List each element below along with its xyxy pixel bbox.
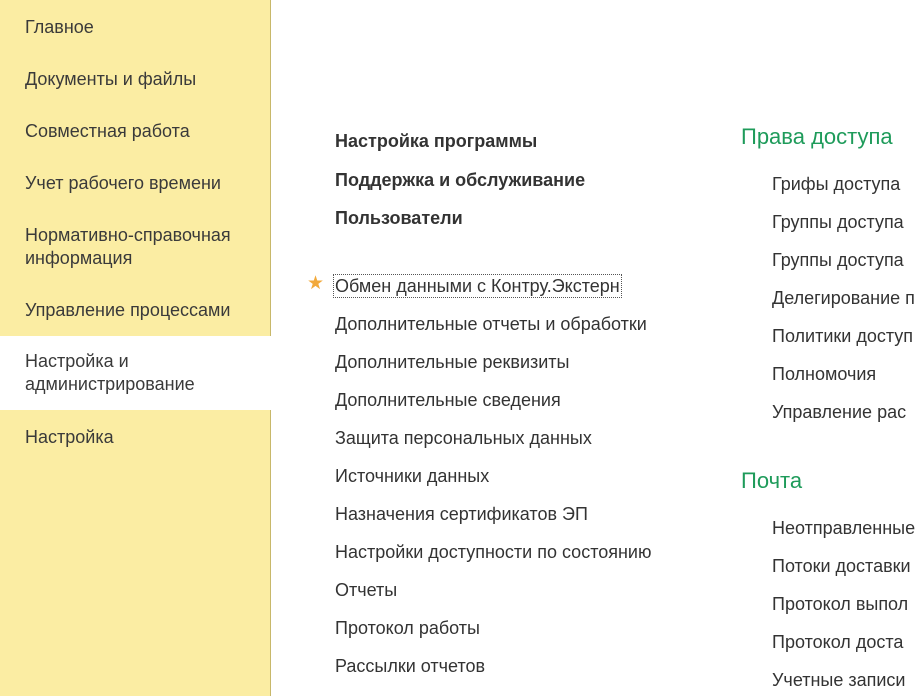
sidebar-item-label: Учет рабочего времени <box>25 173 221 193</box>
sidebar-item-time-tracking[interactable]: Учет рабочего времени <box>0 172 271 195</box>
link-delivery-log[interactable]: Протокол доста <box>772 631 903 653</box>
app-window: Главное Документы и файлы Совместная раб… <box>0 0 918 696</box>
sidebar-item-settings-admin[interactable]: Настройка и администрирование <box>0 336 272 410</box>
link-certificate-assignments[interactable]: Назначения сертификатов ЭП <box>335 503 588 525</box>
link-reports[interactable]: Отчеты <box>335 579 397 601</box>
sidebar: Главное Документы и файлы Совместная раб… <box>0 0 272 696</box>
link-delegation[interactable]: Делегирование п <box>772 287 915 309</box>
link-access-groups-2[interactable]: Группы доступа <box>772 249 904 271</box>
sidebar-item-label: Главное <box>25 17 94 37</box>
link-support-maintenance[interactable]: Поддержка и обслуживание <box>335 169 585 191</box>
link-data-sources[interactable]: Источники данных <box>335 465 489 487</box>
link-program-settings[interactable]: Настройка программы <box>335 130 537 152</box>
link-access-policies[interactable]: Политики доступ <box>772 325 913 347</box>
right-column: Права доступа Грифы доступа Группы досту… <box>740 0 918 696</box>
link-additional-attributes[interactable]: Дополнительные реквизиты <box>335 351 570 373</box>
sidebar-item-collaboration[interactable]: Совместная работа <box>0 120 271 143</box>
sidebar-item-settings[interactable]: Настройка <box>0 426 271 449</box>
link-users[interactable]: Пользователи <box>335 207 463 229</box>
section-title-mail: Почта <box>741 468 803 493</box>
link-mail-accounts[interactable]: Учетные записи <box>772 669 905 691</box>
sidebar-item-reference-info[interactable]: Нормативно-справочная информация <box>0 224 271 270</box>
link-delivery-streams[interactable]: Потоки доставки <box>772 555 911 577</box>
sidebar-item-label: Настройка <box>25 427 114 447</box>
sidebar-item-label: Совместная работа <box>25 121 190 141</box>
link-access-labels[interactable]: Грифы доступа <box>772 173 900 195</box>
sidebar-item-label: Нормативно-справочная информация <box>25 225 231 268</box>
link-availability-settings[interactable]: Настройки доступности по состоянию <box>335 541 652 563</box>
section-title-access-rights: Права доступа <box>741 124 893 149</box>
sidebar-item-label: Настройка и администрирование <box>25 351 195 394</box>
sidebar-item-main[interactable]: Главное <box>0 16 271 39</box>
link-additional-reports[interactable]: Дополнительные отчеты и обработки <box>335 313 647 335</box>
link-access-groups[interactable]: Группы доступа <box>772 211 904 233</box>
link-distribution-management[interactable]: Управление рас <box>772 401 906 423</box>
link-additional-info[interactable]: Дополнительные сведения <box>335 389 561 411</box>
link-authorities[interactable]: Полномочия <box>772 363 876 385</box>
sidebar-item-label: Документы и файлы <box>25 69 197 89</box>
link-kontur-extern-exchange[interactable]: Обмен данными с Контру.Экстерн <box>333 274 622 298</box>
link-personal-data-protection[interactable]: Защита персональных данных <box>335 427 592 449</box>
sidebar-item-documents[interactable]: Документы и файлы <box>0 68 271 91</box>
link-unsent-mail[interactable]: Неотправленные <box>772 517 915 539</box>
sidebar-item-process-management[interactable]: Управление процессами <box>0 299 271 322</box>
link-report-mailings[interactable]: Рассылки отчетов <box>335 655 485 677</box>
favorite-star-icon[interactable]: ★ <box>307 274 325 293</box>
link-work-log[interactable]: Протокол работы <box>335 617 480 639</box>
link-execution-log[interactable]: Протокол выпол <box>772 593 908 615</box>
sidebar-item-label: Управление процессами <box>25 300 231 320</box>
